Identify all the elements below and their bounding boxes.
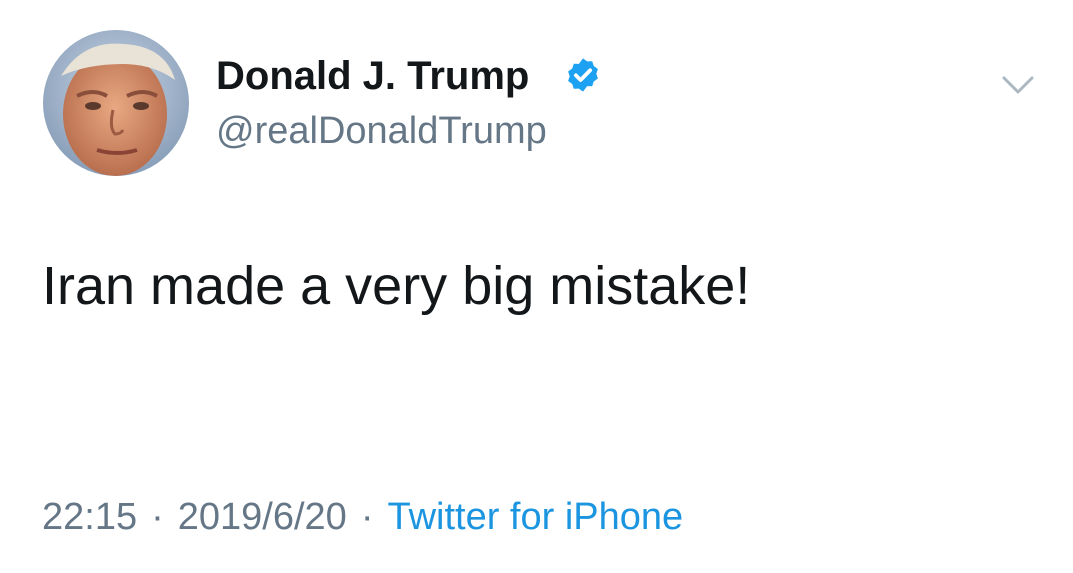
avatar-image <box>43 30 189 176</box>
chevron-down-icon[interactable] <box>1000 70 1036 98</box>
meta-separator: · <box>151 496 164 538</box>
avatar[interactable] <box>43 30 189 176</box>
meta-separator: · <box>360 496 374 538</box>
tweet-source-link[interactable]: Twitter for iPhone <box>387 496 683 538</box>
author-handle[interactable]: @realDonaldTrump <box>216 108 547 154</box>
tweet-card: Donald J. Trump @realDonaldTrump Iran ma… <box>0 0 1073 573</box>
verified-badge-icon <box>568 58 598 92</box>
tweet-meta: 22:15 · 2019/6/20 · Twitter for iPhone <box>42 494 683 540</box>
author-display-name[interactable]: Donald J. Trump <box>216 52 529 100</box>
tweet-time[interactable]: 22:15 <box>42 496 137 538</box>
tweet-text: Iran made a very big mistake! <box>42 256 751 316</box>
tweet-date[interactable]: 2019/6/20 <box>178 496 347 538</box>
